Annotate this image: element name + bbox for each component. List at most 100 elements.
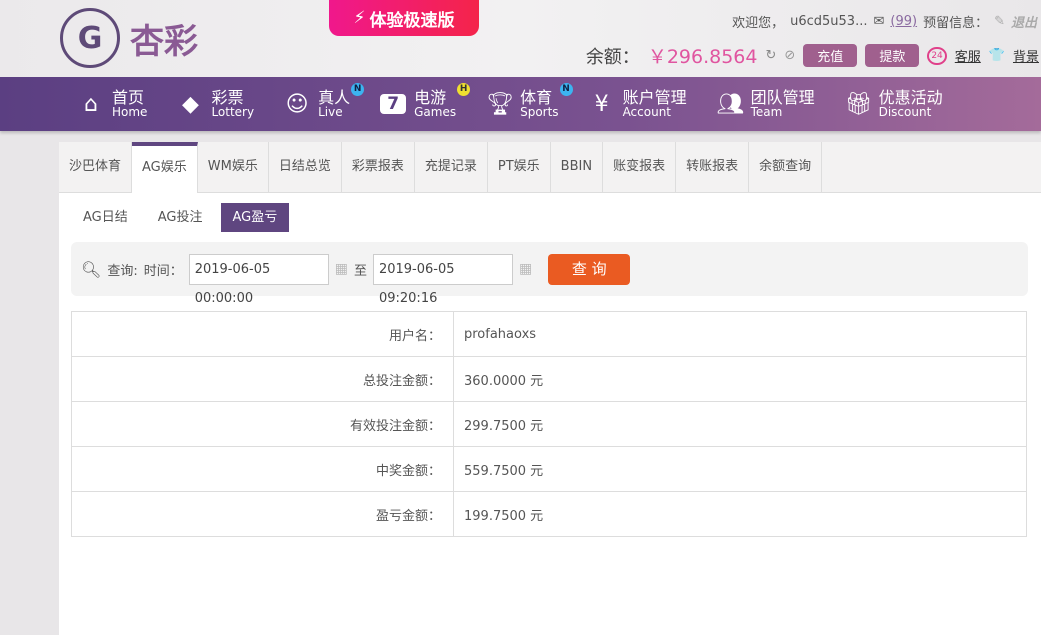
trophy-icon: 🏆︎ [486, 91, 515, 117]
query-button[interactable]: 查 询 [548, 253, 631, 285]
welcome-text: 欢迎您， [732, 16, 785, 31]
hide-eye-icon[interactable]: ⊘ [784, 48, 795, 63]
table-row: 盈亏金额： 199.7500 元 [71, 491, 1027, 537]
row-label: 有效投注金额： [71, 401, 454, 447]
time-label: 时间： [143, 263, 183, 279]
new-badge: N [559, 83, 573, 96]
withdraw-button[interactable]: 提款 [865, 44, 920, 67]
row-value: 299.7500 元 [453, 401, 1027, 447]
reserved-info-label: 预留信息： [923, 16, 989, 31]
tab-ag[interactable]: AG娱乐 [132, 142, 198, 193]
team-icon: 👥︎ [716, 91, 745, 117]
ticket-icon: ◆ [181, 91, 199, 117]
start-time-input[interactable]: 2019-06-05 00:00:00 [188, 253, 329, 306]
nav-sublabel: Lottery [211, 105, 255, 119]
row-value: 559.7500 元 [453, 446, 1027, 492]
tab-account-change[interactable]: 账变报表 [603, 142, 677, 192]
nav-team[interactable]: 👥︎ 团队管理 Team [717, 77, 815, 131]
nav-label: 优惠活动 [878, 88, 943, 107]
nav-games[interactable]: 7 电游 Games H [380, 77, 471, 131]
report-tabs: 沙巴体育 AG娱乐 WM娱乐 日结总览 彩票报表 充提记录 PT娱乐 BBIN … [59, 142, 1041, 193]
nav-sublabel: Home [112, 105, 148, 119]
subtab-ag-daily[interactable]: AG日结 [71, 203, 140, 232]
header: G 杏彩 ⚡ 体验极速版 欢迎您， u6cd5u53... ✉ (99) 预留信息… [0, 0, 1041, 77]
nav-sublabel: Team [750, 105, 783, 119]
nav-sublabel: Discount [878, 105, 932, 119]
hot-badge: H [457, 83, 471, 96]
row-value: 199.7500 元 [453, 491, 1027, 537]
nav-label: 首页 [112, 88, 145, 107]
nav-account[interactable]: ¥ 账户管理 Account [589, 77, 687, 131]
row-value: profahaoxs [453, 311, 1027, 357]
tab-daily-overview[interactable]: 日结总览 [269, 142, 342, 192]
shirt-icon: 👕 [988, 48, 1005, 63]
speed-label: 体验极速版 [369, 10, 455, 31]
username: u6cd5u53... [790, 14, 868, 29]
nav-label: 账户管理 [622, 88, 687, 107]
table-row: 用户名： profahaoxs [71, 311, 1027, 357]
logout-link[interactable]: 退出 [1011, 12, 1037, 31]
tab-deposit-withdraw[interactable]: 充提记录 [415, 142, 488, 192]
nav-home[interactable]: ⌂ 首页 Home [78, 77, 147, 131]
mail-count[interactable]: (99) [890, 14, 917, 29]
search-bar: 🔍︎ 查询: 时间： 2019-06-05 00:00:00 ▦ 至 2019-… [71, 242, 1028, 306]
main-panel: 沙巴体育 AG娱乐 WM娱乐 日结总览 彩票报表 充提记录 PT娱乐 BBIN … [59, 142, 1041, 635]
recharge-button[interactable]: 充值 [803, 44, 858, 67]
balance-value: ￥296.8564 [647, 46, 758, 68]
subtab-ag-profit[interactable]: AG盈亏 [220, 203, 290, 232]
main-nav: ⌂ 首页 Home ◆ 彩票 Lottery ☺ 真人 Live N 7 电游 Games H 🏆︎… [0, 77, 1041, 131]
background-link[interactable]: 背景 [1013, 46, 1039, 65]
refresh-icon[interactable]: ↻ [765, 48, 776, 63]
tab-bbin[interactable]: BBIN [551, 142, 604, 192]
nav-label: 彩票 [211, 88, 244, 107]
nav-label: 电游 [414, 88, 447, 107]
customer-service-link[interactable]: 客服 [955, 46, 981, 65]
edit-icon[interactable]: ✎ [994, 14, 1005, 29]
end-time-input[interactable]: 2019-06-05 09:20:16 [372, 253, 513, 306]
tab-saba-sports[interactable]: 沙巴体育 [59, 142, 133, 192]
nav-label: 团队管理 [750, 88, 815, 107]
nav-sublabel: Live [318, 105, 343, 119]
speed-version-button[interactable]: ⚡ 体验极速版 [329, 0, 479, 36]
new-badge: N [351, 83, 365, 96]
row-label: 总投注金额： [71, 356, 454, 402]
logo-text: 杏彩 [130, 21, 198, 62]
lightning-icon: ⚡ [353, 8, 366, 28]
row-label: 用户名： [71, 311, 454, 357]
home-icon: ⌂ [84, 91, 98, 117]
nav-sublabel: Games [414, 105, 457, 119]
to-label: 至 [353, 263, 367, 279]
row-label: 盈亏金额： [71, 491, 454, 537]
tab-transfer-report[interactable]: 转账报表 [676, 142, 750, 192]
tab-wm[interactable]: WM娱乐 [198, 142, 269, 192]
nav-lottery[interactable]: ◆ 彩票 Lottery [177, 77, 254, 131]
logo-icon: G [60, 8, 120, 68]
search-icon: 🔍︎ [81, 259, 102, 279]
nav-sublabel: Account [622, 105, 672, 119]
seven-icon: 7 [380, 94, 407, 114]
nav-sports[interactable]: 🏆︎ 体育 Sports N [486, 77, 573, 131]
search-label: 查询: [107, 263, 138, 279]
gift-icon: 🎁︎ [844, 91, 873, 117]
nav-label: 体育 [520, 88, 553, 107]
nav-discount[interactable]: 🎁︎ 优惠活动 Discount [845, 77, 943, 131]
logo[interactable]: G 杏彩 [60, 8, 198, 68]
balance-label: 余额： [585, 46, 640, 68]
table-row: 中奖金额： 559.7500 元 [71, 446, 1027, 492]
nav-live[interactable]: ☺ 真人 Live N [284, 77, 365, 131]
row-value: 360.0000 元 [453, 356, 1027, 402]
mail-icon[interactable]: ✉ [873, 14, 884, 29]
table-row: 总投注金额： 360.0000 元 [71, 356, 1027, 402]
nav-label: 真人 [318, 88, 351, 107]
calendar-icon[interactable]: ▦ [335, 261, 348, 277]
nav-sublabel: Sports [520, 105, 559, 119]
calendar-icon[interactable]: ▦ [519, 261, 532, 277]
subtab-ag-bets[interactable]: AG投注 [146, 203, 215, 232]
tab-balance-query[interactable]: 余额查询 [749, 142, 823, 192]
profit-table: 用户名： profahaoxs 总投注金额： 360.0000 元 有效投注金额： 2… [71, 311, 1027, 537]
row-label: 中奖金额： [71, 446, 454, 492]
service-24-icon: 24 [927, 46, 947, 65]
tab-pt[interactable]: PT娱乐 [488, 142, 551, 192]
table-row: 有效投注金额： 299.7500 元 [71, 401, 1027, 447]
tab-lottery-report[interactable]: 彩票报表 [342, 142, 415, 192]
